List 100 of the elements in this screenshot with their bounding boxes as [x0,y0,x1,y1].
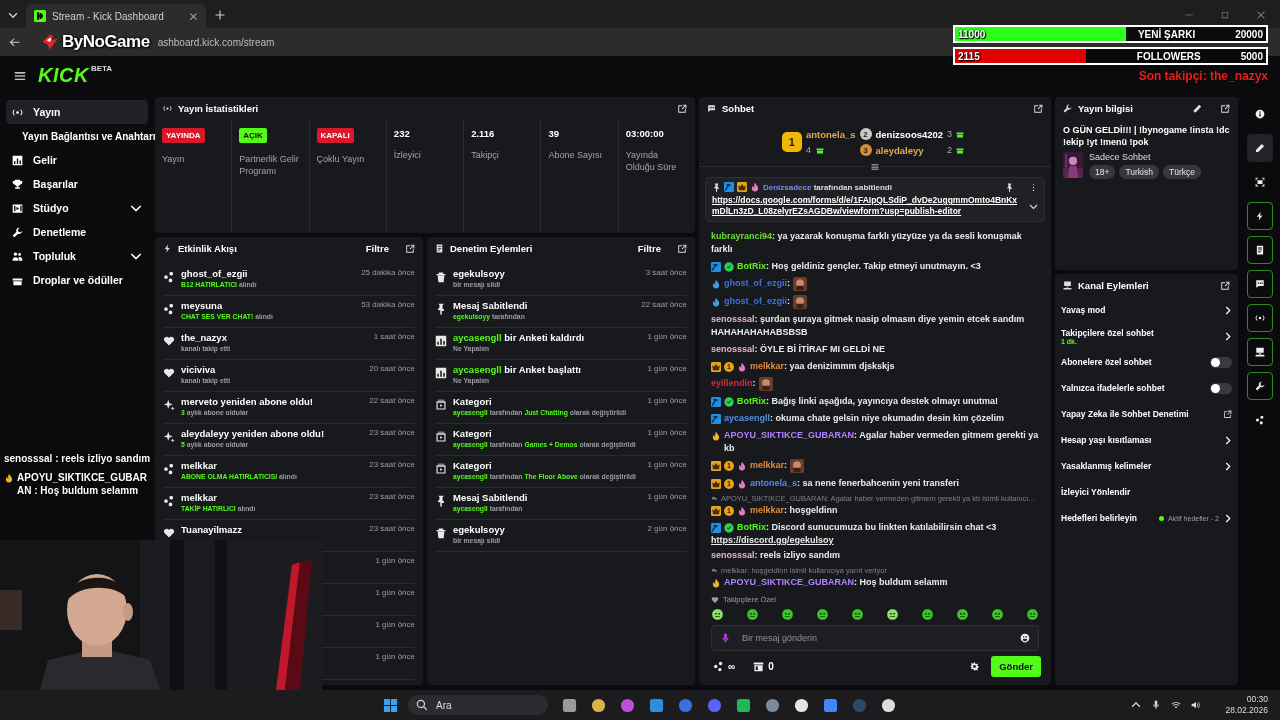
app-icon[interactable] [562,697,577,713]
app-icon[interactable] [591,697,606,713]
pencil-icon[interactable] [1193,104,1202,113]
store-icon[interactable] [753,661,765,672]
play-frame-icon [435,463,447,475]
pin-icon [712,182,721,192]
expand-icon[interactable] [405,243,415,254]
stat-value: 232 [393,128,410,139]
pinned-link[interactable]: https://docs.google.com/forms/d/e/1FAIpQLSdiP_dvDe2uggmmOmto4BnKxmDlLn3zD_L08zelyrEZsAGDBw/viewform?usp=publish-editor [712,195,1021,217]
status-dot [1159,515,1165,521]
send-button[interactable]: Gönder [991,656,1041,677]
message-input[interactable]: Bir mesaj gönderin [711,625,1039,651]
crown-badge-icon [737,182,747,192]
channel-action[interactable]: Yasaklanmış kelimeler [1055,453,1238,479]
emote-icon[interactable] [711,608,724,621]
close-icon[interactable] [189,11,198,21]
emote-icon[interactable] [851,608,864,621]
app-icon[interactable] [736,697,751,713]
expand-icon[interactable] [677,103,687,114]
new-tab-icon[interactable] [214,9,226,21]
panel-toggle-button[interactable] [1247,270,1273,298]
expand-icon[interactable] [677,243,687,254]
channel-action[interactable]: Abonelere özel sohbet [1055,349,1238,375]
emote-icon[interactable] [921,608,934,621]
clock-date[interactable]: 28.02.2026 [1225,705,1268,716]
action-time: 22 saat önce [641,300,687,309]
sidebar-item[interactable]: Yayın [6,100,148,124]
panel-toggle-button[interactable] [1247,202,1273,230]
sidebar-item[interactable]: Denetleme [6,220,148,244]
monitor-icon [1255,347,1265,357]
emote-icon[interactable] [886,608,899,621]
reply-icon [711,495,718,502]
action-title: Kategori [453,428,492,439]
expand-icon[interactable] [1220,103,1230,114]
pin-icon[interactable] [1005,182,1014,192]
event-time: 23 saat önce [369,492,415,501]
menu-icon[interactable] [14,69,26,82]
panel-toggle-button[interactable] [1247,134,1273,162]
channel-action[interactable]: İzleyici Yönlendir [1055,479,1238,505]
emote-icon[interactable] [956,608,969,621]
expand-icon[interactable] [1220,280,1230,291]
windows-start-icon[interactable] [383,697,398,713]
emote-icon[interactable] [1026,608,1039,621]
chevron-down-icon[interactable] [8,10,18,20]
browser-tab[interactable]: Stream - Kick Dashboard [26,4,206,28]
filter-button[interactable]: Filtre [637,243,661,254]
sidebar-item[interactable]: Topluluk [6,244,148,268]
chat-link[interactable]: https://discord.gg/egekulsoy [711,535,834,545]
event-title: meysuna [181,300,223,311]
action-label: Abonelere özel sohbet [1061,357,1153,367]
panel-toggle-button[interactable] [1247,372,1273,400]
settings-icon[interactable] [970,662,980,671]
app-icon[interactable] [881,697,896,713]
external-link-icon [1223,409,1232,419]
wifi-icon[interactable] [1171,700,1182,710]
expand-icon[interactable] [1033,103,1043,114]
dots-icon [163,271,175,283]
leader-name[interactable]: antonela_s [805,128,856,140]
panel-toggle-button[interactable] [1247,236,1273,264]
leader-name[interactable]: aleydaleyy [875,144,944,156]
sidebar-label: Stüdyo [33,202,69,214]
action-time: 3 saat önce [645,268,687,277]
emote-icon[interactable] [816,608,829,621]
speaker-icon[interactable] [1191,700,1202,710]
panel-toggle-button[interactable] [1247,338,1273,366]
event-title: merveto yeniden abone oldu! [181,396,313,407]
emote-icon[interactable] [991,608,1004,621]
gift-icon [956,146,965,154]
emote-icon[interactable] [746,608,759,621]
sidebar-item[interactable]: Gelir [6,148,148,172]
channel-action[interactable]: Yalnızca ifadelerle sohbet [1055,375,1238,401]
maximize-icon[interactable] [1220,10,1230,20]
filter-button[interactable]: Filtre [365,243,389,254]
sidebar-item[interactable]: Stüdyo [6,196,148,220]
app-icon[interactable] [794,697,809,713]
leader-name[interactable]: denizsoos4202 [875,128,944,140]
channel-action[interactable]: Yavaş mod [1055,297,1238,323]
chevron-right-icon [1223,305,1232,315]
category-name[interactable]: Sadece Sohbet [1089,152,1201,162]
panel-toggle-button[interactable] [1247,304,1273,332]
emote-icon[interactable] [781,608,794,621]
mic-icon[interactable] [1151,700,1162,710]
back-icon[interactable] [9,36,20,48]
chat-message: senosssal: şurdan şuraya gitmek nasip olmasın diye yemin etcek sandım HAHAHAHAHABSBSB [711,313,1026,339]
smiley-icon[interactable] [1020,633,1030,643]
toggle-switch[interactable] [1210,382,1232,394]
chat-message: eyillendin: [711,377,756,390]
sidebar-item[interactable]: Droplar ve ödüller [6,268,148,292]
close-icon[interactable] [1256,10,1266,20]
dots-icon[interactable] [713,661,724,672]
sidebar-item[interactable]: Başarılar [6,172,148,196]
taskbar-search[interactable]: Ara [408,695,548,715]
gift-count: 4 [805,145,811,155]
toggle-switch[interactable] [1210,356,1232,368]
url-text[interactable]: ashboard.kick.com/stream [157,36,275,48]
clock-time[interactable]: 00:30 [1246,694,1268,705]
channel-action[interactable]: Yapay Zeka ile Sohbet Denetimi [1055,401,1238,427]
kick-logo[interactable]: KICK [38,64,89,87]
channel-action[interactable]: Hesap yaşı kısıtlaması [1055,427,1238,453]
chevron-up-icon[interactable] [1131,700,1142,710]
